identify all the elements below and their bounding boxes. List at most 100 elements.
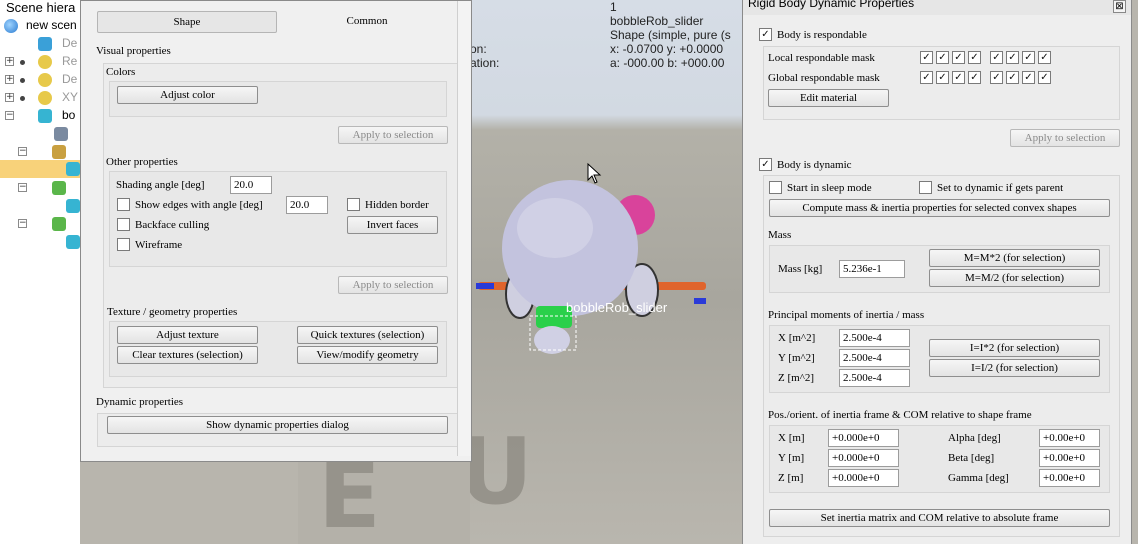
set-inertia-matrix-button[interactable]: Set inertia matrix and COM relative to a…	[769, 509, 1110, 527]
pos-x-input[interactable]: +0.000e+0	[828, 429, 899, 447]
local-mask-bit-7[interactable]: ✓	[1038, 51, 1051, 64]
local-mask-bit-3[interactable]: ✓	[968, 51, 981, 64]
shape-icon	[38, 109, 52, 123]
clear-textures-button[interactable]: Clear textures (selection)	[117, 346, 258, 364]
beta-input[interactable]: +0.00e+0	[1039, 449, 1100, 467]
global-mask-bit-4[interactable]: ✓	[990, 71, 1003, 84]
invert-faces-button[interactable]: Invert faces	[347, 216, 438, 234]
inertia-z-label: Z [m^2]	[778, 372, 815, 384]
global-mask-bit-2[interactable]: ✓	[952, 71, 965, 84]
collapse-icon[interactable]: −	[18, 219, 27, 228]
set-dynamic-parent-checkbox[interactable]	[919, 181, 932, 194]
local-mask-bit-1[interactable]: ✓	[936, 51, 949, 64]
inertia-y-input[interactable]: 2.500e-4	[839, 349, 910, 367]
inertia-times-2-button[interactable]: I=I*2 (for selection)	[929, 339, 1100, 357]
scene-object-label: bobbleRob_slider	[566, 300, 668, 315]
3d-viewport[interactable]: 1 bobbleRob_slider Shape (simple, pure (…	[470, 0, 750, 544]
hierarchy-root-label: new scen	[26, 18, 77, 32]
edit-material-button[interactable]: Edit material	[768, 89, 889, 107]
mass-times-2-button[interactable]: M=M*2 (for selection)	[929, 249, 1100, 267]
hierarchy-child-joint[interactable]: −	[0, 143, 80, 161]
hierarchy-child-selected[interactable]	[0, 160, 80, 178]
shading-angle-input[interactable]: 20.0	[230, 176, 272, 194]
tab-shape[interactable]: Shape	[97, 11, 277, 33]
show-edges-angle-input[interactable]: 20.0	[286, 196, 328, 214]
local-mask-bit-6[interactable]: ✓	[1022, 51, 1035, 64]
global-mask-bit-5[interactable]: ✓	[1006, 71, 1019, 84]
local-mask-bit-0[interactable]: ✓	[920, 51, 933, 64]
start-sleep-checkbox[interactable]	[769, 181, 782, 194]
robot-scene[interactable]	[470, 0, 750, 544]
scene-hierarchy: Scene hiera new scen De + Re + De + XY −…	[0, 0, 80, 544]
hierarchy-child-sensor[interactable]	[0, 125, 80, 143]
joint-icon	[52, 217, 66, 231]
dialog-title: Rigid Body Dynamic Properties	[748, 0, 915, 10]
pos-z-input[interactable]: +0.000e+0	[828, 469, 899, 487]
expand-icon[interactable]: +	[5, 75, 14, 84]
inertia-div-2-button[interactable]: I=I/2 (for selection)	[929, 359, 1100, 377]
body-highlight	[517, 198, 593, 258]
show-edges-checkbox[interactable]	[117, 198, 130, 211]
body-respondable-checkbox[interactable]: ✓	[759, 28, 772, 41]
backface-culling-checkbox[interactable]	[117, 218, 130, 231]
hierarchy-item-label: XY	[62, 90, 79, 104]
alpha-input[interactable]: +0.00e+0	[1039, 429, 1100, 447]
adjust-texture-button[interactable]: Adjust texture	[117, 326, 258, 344]
local-mask-bit-5[interactable]: ✓	[1006, 51, 1019, 64]
body-dynamic-label: Body is dynamic	[777, 159, 852, 171]
inertia-y-label: Y [m^2]	[778, 352, 815, 364]
apply-to-selection-button-2[interactable]: Apply to selection	[338, 276, 448, 294]
beta-label: Beta [deg]	[948, 452, 995, 464]
body-dynamic-checkbox[interactable]: ✓	[759, 158, 772, 171]
gamma-input[interactable]: +0.00e+0	[1039, 469, 1100, 487]
local-mask-bit-4[interactable]: ✓	[990, 51, 1003, 64]
global-mask-bit-6[interactable]: ✓	[1022, 71, 1035, 84]
hierarchy-item-1[interactable]: De	[0, 35, 80, 53]
hierarchy-item-label: Re	[62, 54, 78, 68]
hidden-border-checkbox[interactable]	[347, 198, 360, 211]
shape-dialog-scrollbar[interactable]	[457, 1, 471, 456]
global-mask-bit-1[interactable]: ✓	[936, 71, 949, 84]
axle-end-right	[694, 298, 706, 304]
apply-to-selection-button-1[interactable]: Apply to selection	[338, 126, 448, 144]
wireframe-checkbox[interactable]	[117, 238, 130, 251]
dot-icon	[20, 78, 25, 83]
hierarchy-child-joint-3[interactable]: −	[0, 215, 80, 233]
hierarchy-child-shape[interactable]	[0, 197, 80, 215]
mass-div-2-button[interactable]: M=M/2 (for selection)	[929, 269, 1100, 287]
hidden-border-label: Hidden border	[365, 199, 429, 211]
mass-input[interactable]: 5.236e-1	[839, 260, 905, 278]
inertia-z-input[interactable]: 2.500e-4	[839, 369, 910, 387]
hierarchy-item-2[interactable]: + Re	[0, 53, 80, 71]
view-modify-geometry-button[interactable]: View/modify geometry	[297, 346, 438, 364]
hierarchy-item-root[interactable]: new scen	[0, 17, 80, 35]
hierarchy-item-5[interactable]: − bo	[0, 107, 80, 125]
expand-icon[interactable]: +	[5, 57, 14, 66]
global-mask-bit-3[interactable]: ✓	[968, 71, 981, 84]
global-mask-bit-7[interactable]: ✓	[1038, 71, 1051, 84]
pos-y-input[interactable]: +0.000e+0	[828, 449, 899, 467]
hierarchy-title: Scene hiera	[6, 0, 76, 15]
close-icon[interactable]: ⊠	[1113, 0, 1126, 13]
quick-textures-button[interactable]: Quick textures (selection)	[297, 326, 438, 344]
collapse-icon[interactable]: −	[18, 183, 27, 192]
show-dynamic-properties-button[interactable]: Show dynamic properties dialog	[107, 416, 448, 434]
inertia-x-input[interactable]: 2.500e-4	[839, 329, 910, 347]
joint-icon	[52, 181, 66, 195]
compute-mass-button[interactable]: Compute mass & inertia properties for se…	[769, 199, 1110, 217]
hierarchy-child-shape-2[interactable]	[0, 233, 80, 251]
backface-culling-label: Backface culling	[135, 219, 210, 231]
collapse-icon[interactable]: −	[5, 111, 14, 120]
hierarchy-item-4[interactable]: + XY	[0, 89, 80, 107]
adjust-color-button[interactable]: Adjust color	[117, 86, 258, 104]
expand-icon[interactable]: +	[5, 93, 14, 102]
shape-dialog: Shape Common Visual properties Colors Ad…	[80, 0, 472, 462]
apply-to-selection-button[interactable]: Apply to selection	[1010, 129, 1120, 147]
collapse-icon[interactable]: −	[18, 147, 27, 156]
tab-common[interactable]: Common	[277, 11, 457, 33]
hierarchy-item-3[interactable]: + De	[0, 71, 80, 89]
local-mask-bit-2[interactable]: ✓	[952, 51, 965, 64]
global-mask-bit-0[interactable]: ✓	[920, 71, 933, 84]
hierarchy-child-joint-2[interactable]: −	[0, 179, 80, 197]
wireframe-label: Wireframe	[135, 239, 183, 251]
